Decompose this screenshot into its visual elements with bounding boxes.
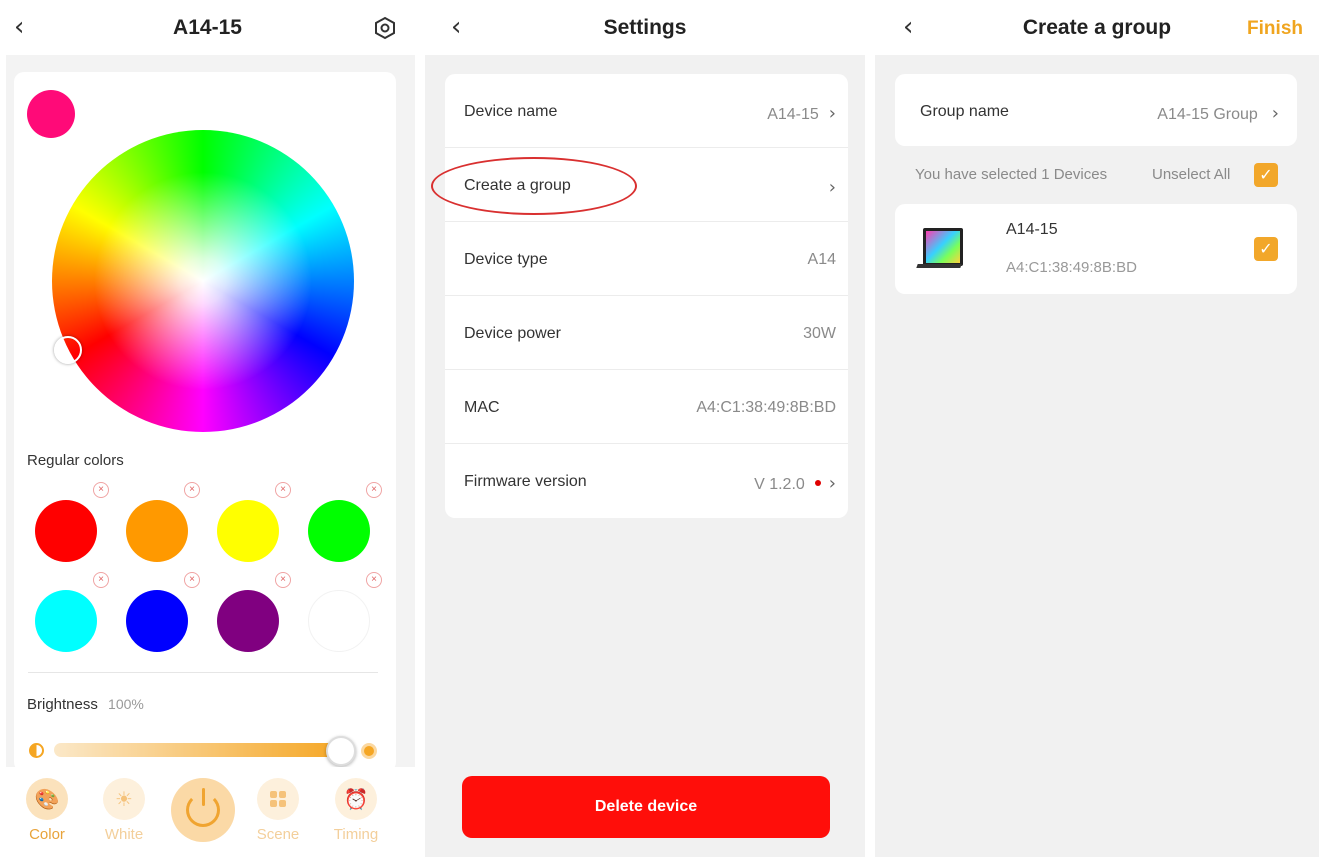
setting-row-device-power: Device power 30W: [445, 296, 848, 370]
brightness-slider[interactable]: [54, 743, 346, 757]
setting-row-device-name[interactable]: Device name A14-15 ›: [445, 74, 848, 148]
current-color-swatch: [27, 90, 75, 138]
color-swatch[interactable]: [126, 500, 188, 562]
remove-color-icon[interactable]: ×: [93, 482, 109, 498]
delete-device-button[interactable]: Delete device: [462, 776, 830, 838]
setting-row-device-type: Device type A14: [445, 222, 848, 296]
top-bar: ‹ Create a group Finish: [875, 0, 1319, 55]
settings-list: Device name A14-15 › Create a group › Dev…: [445, 74, 848, 518]
brightness-high-icon: [361, 743, 377, 759]
remove-color-icon[interactable]: ×: [366, 482, 382, 498]
chevron-right-icon: ›: [828, 103, 836, 124]
top-bar: ‹ Settings: [425, 0, 865, 55]
color-swatch[interactable]: [126, 590, 188, 652]
remove-color-icon[interactable]: ×: [184, 572, 200, 588]
nav-scene[interactable]: Scene: [243, 778, 313, 843]
regular-colors-label: Regular colors: [27, 452, 124, 469]
setting-row-firmware-version[interactable]: Firmware version V 1.2.0 ›: [445, 444, 848, 518]
brightness-value: 100%: [108, 696, 144, 712]
remove-color-icon[interactable]: ×: [93, 572, 109, 588]
page-title: Settings: [603, 16, 687, 39]
top-bar: ‹ A14-15: [0, 0, 415, 55]
remove-color-icon[interactable]: ×: [275, 572, 291, 588]
chevron-right-icon: ›: [828, 177, 836, 198]
power-icon: [186, 788, 220, 827]
device-name: A14-15: [1006, 221, 1058, 238]
unselect-all-button[interactable]: Unselect All: [1152, 166, 1230, 183]
color-swatch[interactable]: [35, 590, 97, 652]
select-all-checkbox[interactable]: ✓: [1254, 163, 1278, 187]
remove-color-icon[interactable]: ×: [275, 482, 291, 498]
device-list-item[interactable]: A14-15 A4:C1:38:49:8B:BD ✓: [895, 204, 1297, 294]
nav-timing[interactable]: ⏰ Timing: [321, 778, 391, 843]
chevron-right-icon: ›: [828, 473, 836, 494]
color-swatch[interactable]: [217, 500, 279, 562]
color-swatch[interactable]: [308, 590, 370, 652]
alarm-clock-icon: ⏰: [335, 778, 377, 820]
palette-icon: 🎨: [26, 778, 68, 820]
settings-icon[interactable]: [373, 16, 397, 40]
settings-screen: ‹ Settings Device name A14-15 › Create a …: [425, 0, 865, 857]
color-swatch[interactable]: [308, 500, 370, 562]
color-swatch[interactable]: [217, 590, 279, 652]
remove-color-icon[interactable]: ×: [184, 482, 200, 498]
brightness-label: Brightness 100%: [27, 696, 144, 713]
setting-row-mac: MAC A4:C1:38:49:8B:BD: [445, 370, 848, 444]
group-name-row[interactable]: Group name A14-15 Group ›: [895, 74, 1297, 146]
device-mac: A4:C1:38:49:8B:BD: [1006, 259, 1137, 276]
page-title: A14-15: [173, 16, 242, 39]
sun-icon: ☀: [103, 778, 145, 820]
brightness-slider-handle[interactable]: [326, 736, 356, 766]
create-group-screen: ‹ Create a group Finish Group name A14-1…: [875, 0, 1319, 857]
selected-count-text: You have selected 1 Devices: [915, 166, 1108, 183]
nav-color[interactable]: 🎨 Color: [12, 778, 82, 843]
grid-icon: [257, 778, 299, 820]
color-swatch[interactable]: [35, 500, 97, 562]
chevron-right-icon: ›: [1271, 103, 1279, 124]
update-dot-icon: [814, 480, 821, 487]
color-wheel-handle[interactable]: [54, 336, 82, 364]
device-checkbox[interactable]: ✓: [1254, 237, 1278, 261]
power-button[interactable]: [171, 778, 235, 842]
device-thumbnail: [915, 228, 967, 272]
finish-button[interactable]: Finish: [1247, 18, 1303, 40]
color-wheel[interactable]: [52, 130, 354, 432]
nav-white[interactable]: ☀ White: [89, 778, 159, 843]
remove-color-icon[interactable]: ×: [366, 572, 382, 588]
brightness-low-icon: [29, 743, 44, 758]
light-control-screen: ‹ A14-15 Regular colors × × × × × × × × Brightn…: [0, 0, 415, 857]
highlight-annotation: [431, 157, 637, 215]
divider: [28, 672, 378, 673]
